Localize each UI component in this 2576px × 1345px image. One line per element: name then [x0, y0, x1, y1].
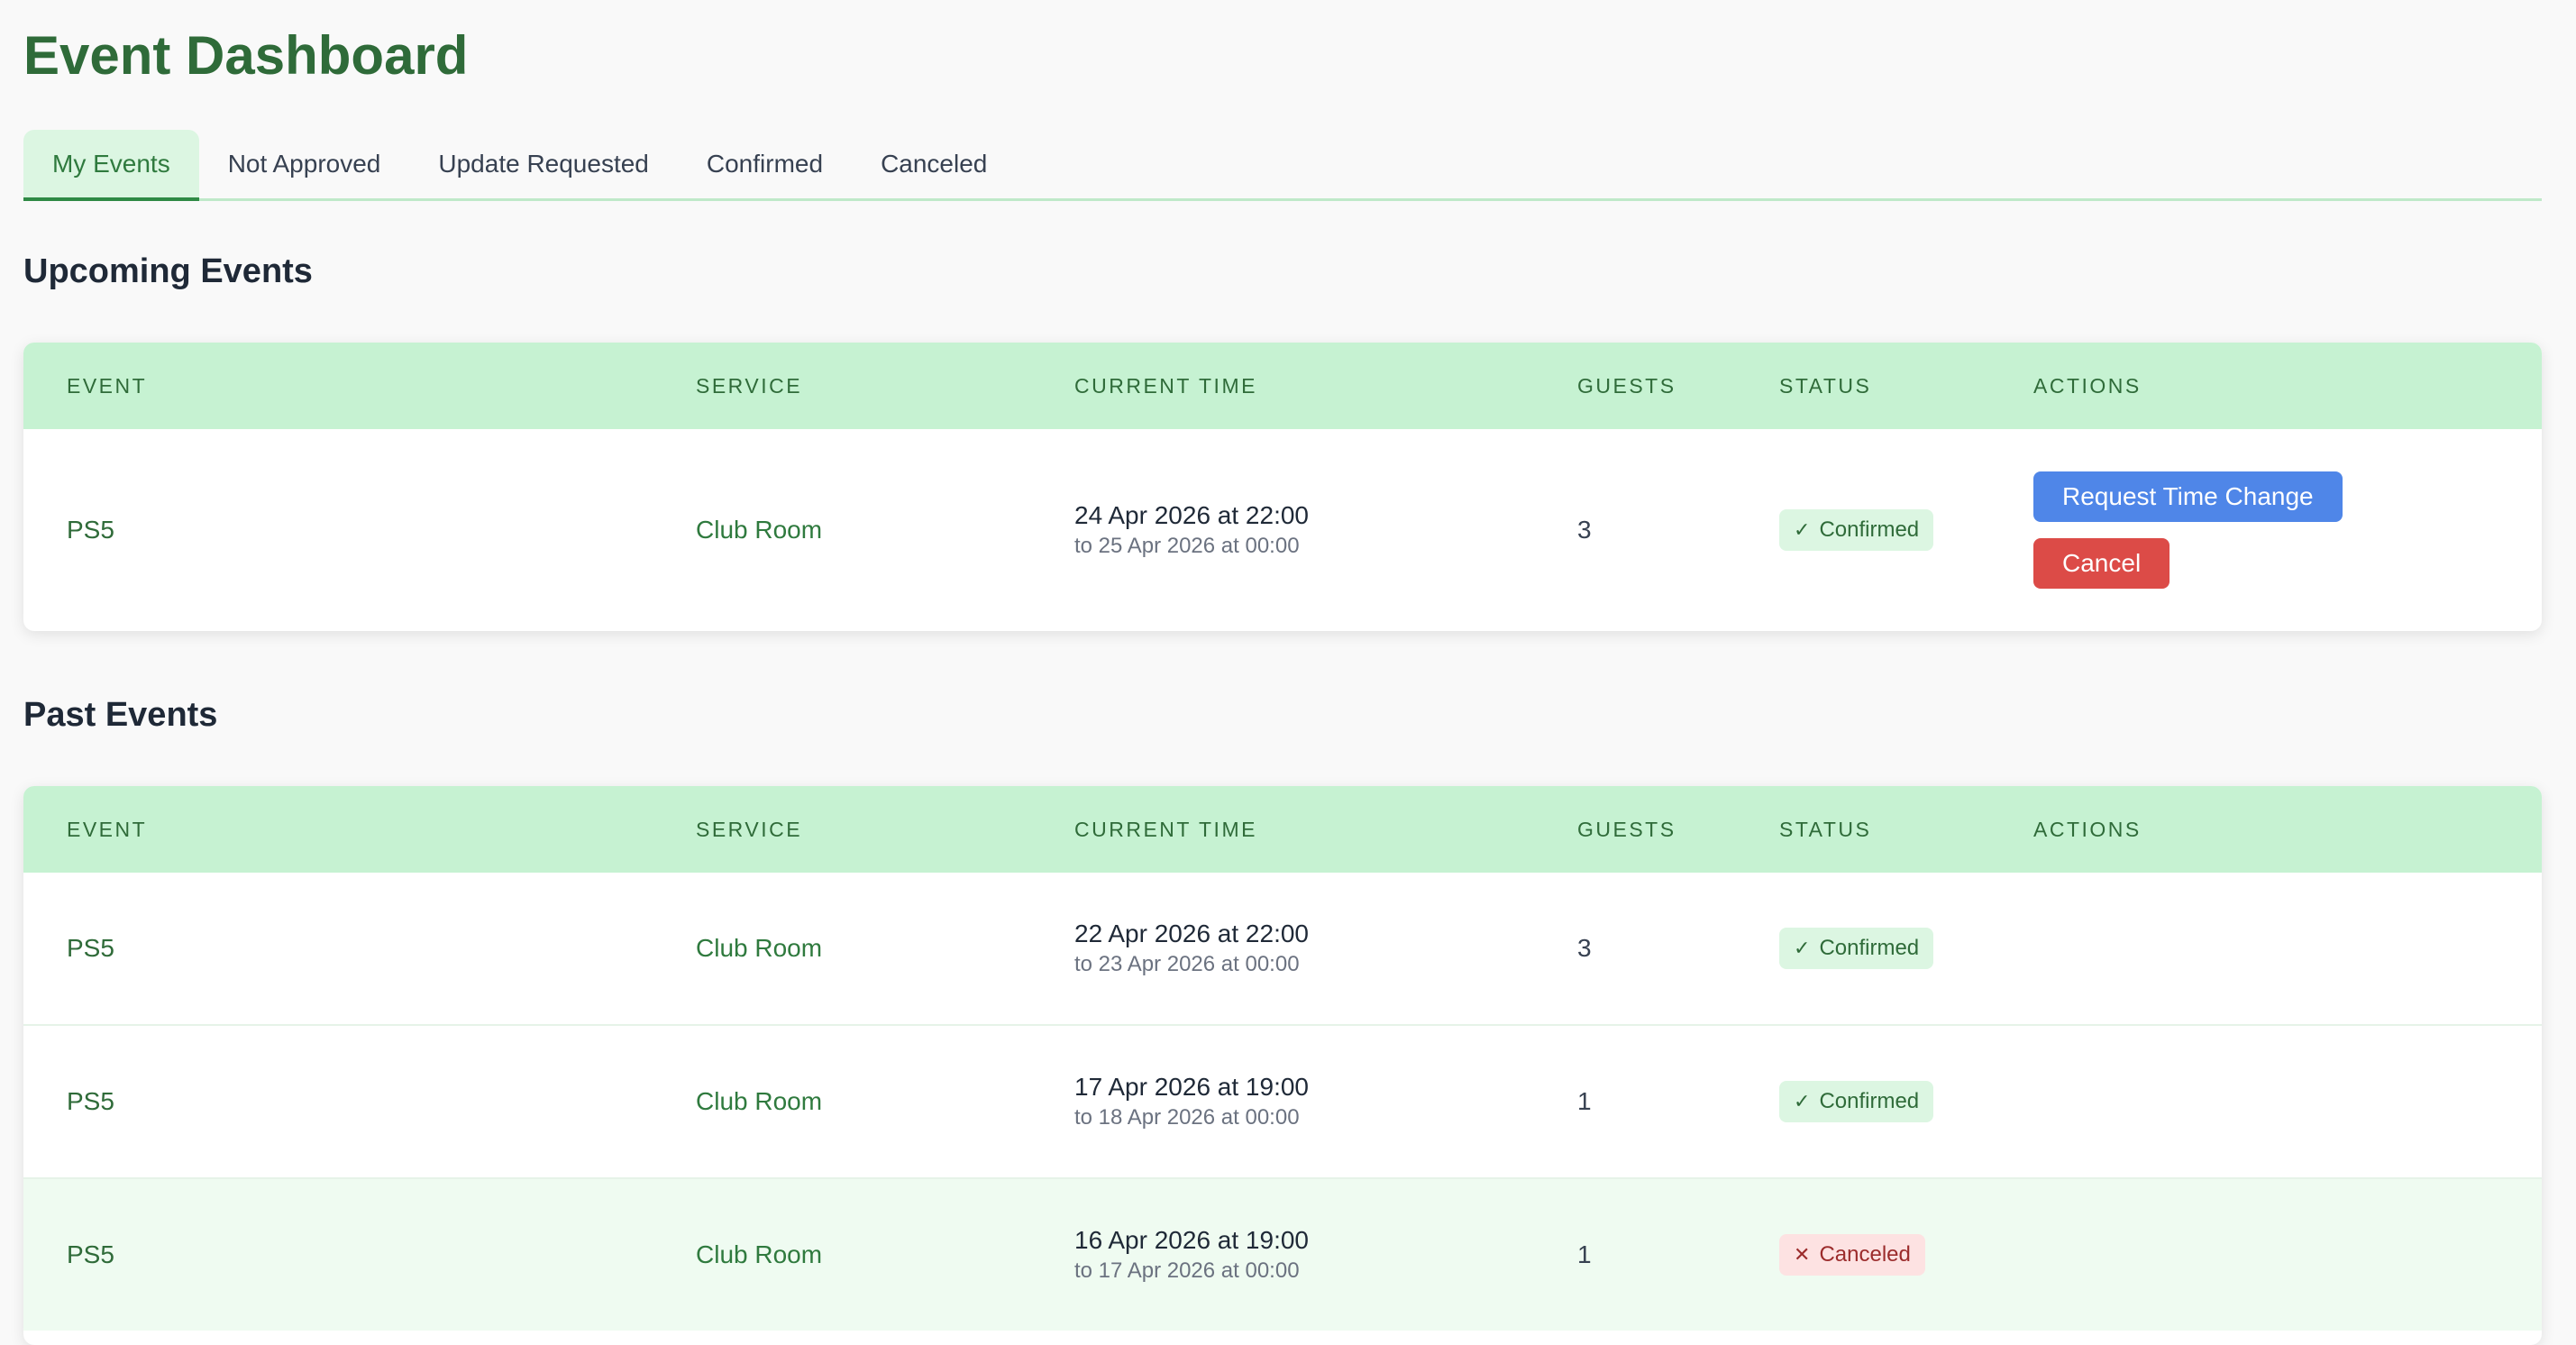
check-icon: ✓ — [1794, 937, 1811, 959]
page-title: Event Dashboard — [23, 25, 469, 86]
column-header-actions: ACTIONS — [2033, 374, 2142, 398]
check-icon: ✓ — [1794, 518, 1811, 541]
event-name: PS5 — [67, 934, 114, 962]
tab-canceled[interactable]: Canceled — [852, 130, 1016, 198]
x-icon: ✕ — [1794, 1243, 1811, 1266]
column-header-service: SERVICE — [696, 818, 803, 841]
event-name: PS5 — [67, 516, 114, 544]
guest-count: 1 — [1577, 1240, 1592, 1268]
column-header-service: SERVICE — [696, 374, 803, 398]
guest-count: 1 — [1577, 1087, 1592, 1115]
upcoming-events-heading: Upcoming Events — [23, 252, 313, 290]
column-header-guests: GUESTS — [1577, 374, 1676, 398]
time-start: 22 Apr 2026 at 22:00 — [1074, 920, 1309, 947]
status-label: Confirmed — [1819, 936, 1920, 960]
time-end: to 23 Apr 2026 at 00:00 — [1074, 952, 1300, 976]
guest-count: 3 — [1577, 516, 1592, 544]
column-header-status: STATUS — [1779, 818, 1872, 841]
tab-update-requested[interactable]: Update Requested — [409, 130, 678, 198]
tab-confirmed[interactable]: Confirmed — [678, 130, 852, 198]
status-badge: ✓ Confirmed — [1779, 928, 1934, 969]
past-events-table: EVENT SERVICE CURRENT TIME GUESTS STATUS… — [23, 786, 2542, 1345]
tab-bar: My Events Not Approved Update Requested … — [23, 130, 2542, 201]
tab-not-approved[interactable]: Not Approved — [199, 130, 410, 198]
service-name: Club Room — [696, 1240, 823, 1268]
table-row: PS5 Club Room 16 Apr 2026 at 19:00 to 17… — [23, 1177, 2542, 1331]
table-header: EVENT SERVICE CURRENT TIME GUESTS STATUS… — [23, 343, 2542, 429]
time-end: to 25 Apr 2026 at 00:00 — [1074, 534, 1300, 558]
event-name: PS5 — [67, 1087, 114, 1115]
table-row: PS5 Club Room 24 Apr 2026 at 22:00 to 25… — [23, 429, 2542, 631]
column-header-status: STATUS — [1779, 374, 1872, 398]
time-end: to 18 Apr 2026 at 00:00 — [1074, 1105, 1300, 1130]
status-badge: ✕ Canceled — [1779, 1234, 1925, 1276]
service-name: Club Room — [696, 934, 823, 962]
table-row: PS5 Club Room 17 Apr 2026 at 19:00 to 18… — [23, 1024, 2542, 1177]
column-header-guests: GUESTS — [1577, 818, 1676, 841]
event-dashboard-page: Event Dashboard My Events Not Approved U… — [0, 0, 2576, 1345]
status-label: Confirmed — [1819, 517, 1920, 542]
service-name: Club Room — [696, 516, 823, 544]
column-header-current-time: CURRENT TIME — [1074, 374, 1257, 398]
upcoming-events-table: EVENT SERVICE CURRENT TIME GUESTS STATUS… — [23, 343, 2542, 631]
column-header-event: EVENT — [67, 818, 148, 841]
status-badge: ✓ Confirmed — [1779, 1081, 1934, 1122]
table-header: EVENT SERVICE CURRENT TIME GUESTS STATUS… — [23, 786, 2542, 873]
past-events-heading: Past Events — [23, 696, 218, 734]
service-name: Club Room — [696, 1087, 823, 1115]
table-row: PS5 Club Room 22 Apr 2026 at 22:00 to 23… — [23, 873, 2542, 1024]
column-header-event: EVENT — [67, 374, 148, 398]
status-label: Canceled — [1819, 1242, 1911, 1267]
cancel-button[interactable]: Cancel — [2033, 538, 2170, 589]
time-start: 16 Apr 2026 at 19:00 — [1074, 1226, 1309, 1254]
status-label: Confirmed — [1819, 1089, 1920, 1113]
guest-count: 3 — [1577, 934, 1592, 962]
check-icon: ✓ — [1794, 1090, 1811, 1112]
event-name: PS5 — [67, 1240, 114, 1268]
status-badge: ✓ Confirmed — [1779, 509, 1934, 551]
request-time-change-button[interactable]: Request Time Change — [2033, 471, 2343, 522]
tab-my-events[interactable]: My Events — [23, 130, 199, 201]
column-header-current-time: CURRENT TIME — [1074, 818, 1257, 841]
time-end: to 17 Apr 2026 at 00:00 — [1074, 1258, 1300, 1283]
time-start: 24 Apr 2026 at 22:00 — [1074, 501, 1309, 529]
column-header-actions: ACTIONS — [2033, 818, 2142, 841]
time-start: 17 Apr 2026 at 19:00 — [1074, 1073, 1309, 1101]
